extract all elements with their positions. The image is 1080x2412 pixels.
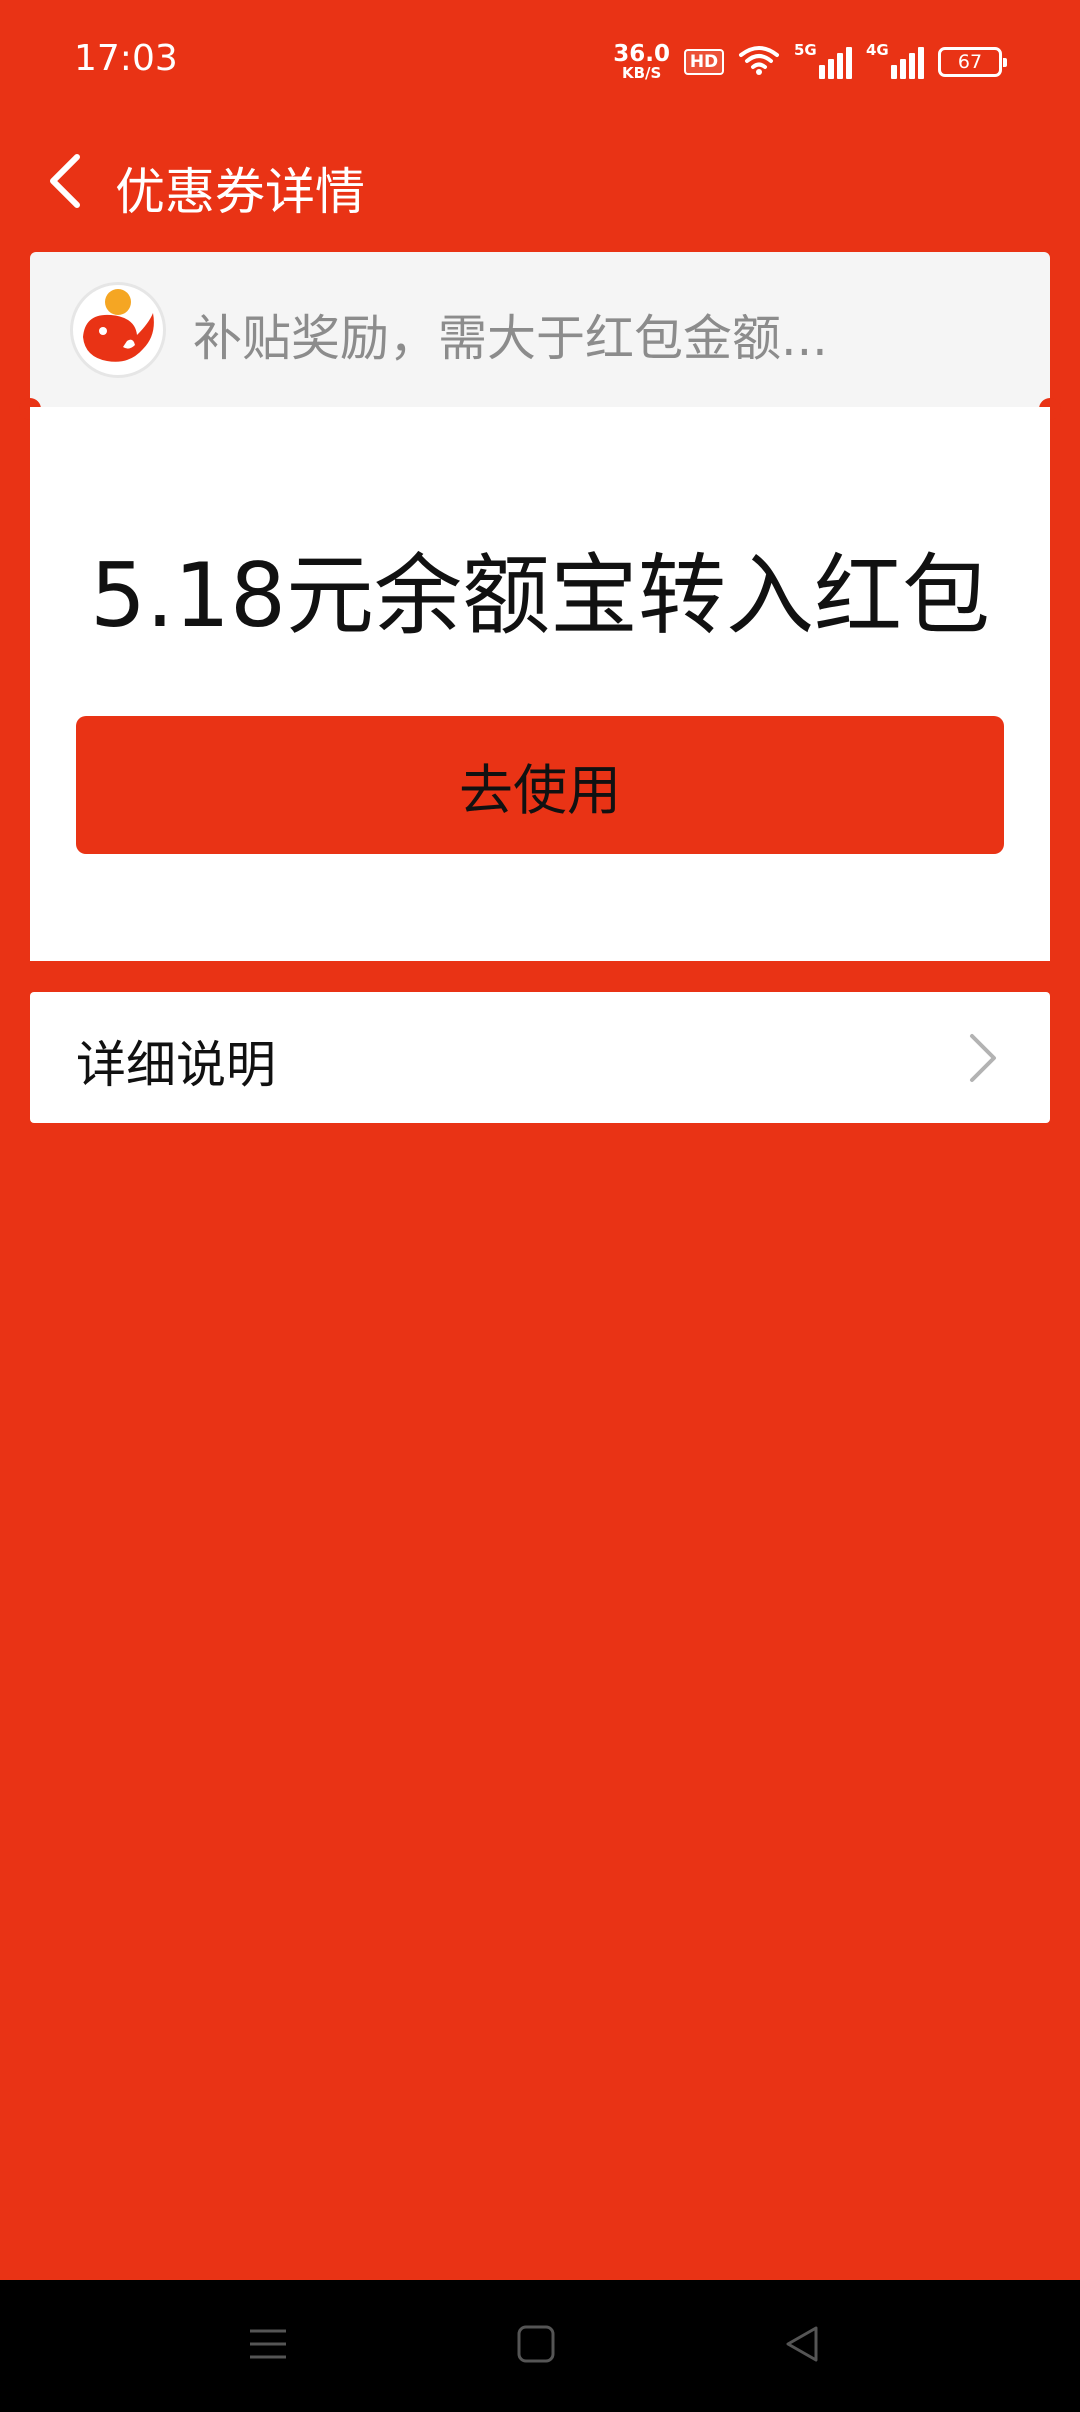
- status-time: 17:03: [74, 38, 178, 79]
- page-title: 优惠券详情: [115, 163, 365, 221]
- detail-description-label: 详细说明: [76, 1036, 276, 1094]
- battery-level: 67: [957, 51, 983, 73]
- signal-4g-icon: 4G: [866, 41, 924, 79]
- signal-4g-label: 4G: [866, 41, 889, 59]
- screen: 17:03 36.0 KB/S HD 5G 4G 67 优惠券详情 补贴奖励，需…: [0, 0, 1080, 2412]
- menu-button[interactable]: [232, 2310, 304, 2382]
- network-speed-value: 36.0: [613, 41, 670, 67]
- network-speed: 36.0 KB/S: [613, 43, 670, 81]
- back-button[interactable]: [30, 148, 100, 218]
- coupon-card-body: 5.18元余额宝转入红包 去使用: [30, 407, 1050, 961]
- nav-back-button[interactable]: [766, 2310, 838, 2382]
- home-square-icon: [516, 2324, 556, 2368]
- coupon-amount-title: 5.18元余额宝转入红包: [90, 544, 990, 647]
- header: 优惠券详情: [0, 130, 1080, 230]
- home-button[interactable]: [500, 2310, 572, 2382]
- battery-icon: 67: [938, 47, 1007, 77]
- coupon-subtitle: 补贴奖励，需大于红包金额...: [193, 310, 828, 367]
- red-fish-logo-icon: [70, 282, 166, 378]
- status-bar: 17:03 36.0 KB/S HD 5G 4G 67: [0, 0, 1080, 120]
- wifi-icon: [738, 43, 780, 81]
- chevron-left-icon: [45, 151, 85, 215]
- menu-icon: [248, 2324, 288, 2368]
- hd-icon: HD: [684, 49, 724, 75]
- status-icons: 36.0 KB/S HD 5G 4G 67: [613, 38, 1007, 86]
- signal-5g-icon: 5G: [794, 41, 852, 79]
- back-triangle-icon: [782, 2324, 822, 2368]
- signal-5g-label: 5G: [794, 41, 817, 59]
- use-coupon-button[interactable]: 去使用: [76, 716, 1004, 854]
- coupon-card-header: 补贴奖励，需大于红包金额...: [30, 252, 1050, 407]
- system-nav-bar: [0, 2280, 1080, 2412]
- network-speed-unit: KB/S: [621, 64, 662, 82]
- chevron-right-icon: [966, 1030, 1000, 1090]
- detail-description-row[interactable]: 详细说明: [30, 992, 1050, 1123]
